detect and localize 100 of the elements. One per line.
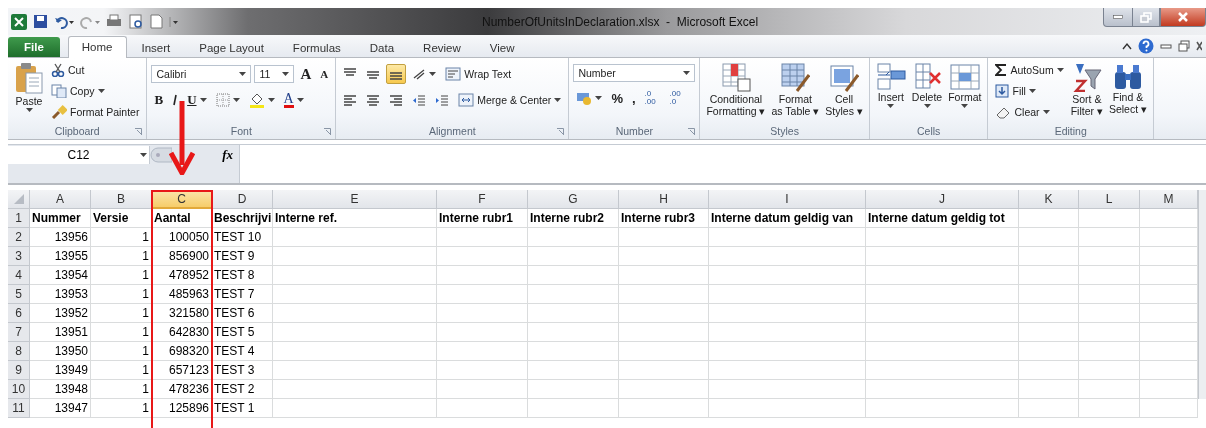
binoculars-button[interactable]: Find & Select ▾ [1106,60,1150,117]
column-header[interactable]: B [91,190,152,209]
table-brush-button[interactable]: Format as Table ▾ [769,60,822,119]
column-header[interactable]: D [212,190,273,209]
cell-style-button[interactable]: Cell Styles ▾ [823,60,865,119]
scissors-button[interactable]: Cut [48,60,143,80]
table-cell: TEST 3 [212,361,273,380]
column-header[interactable]: E [273,190,437,209]
redo-icon [80,14,100,29]
decrease-indent-icon [412,94,427,106]
save-icon [33,14,48,29]
table-cell: 321580 [152,304,212,323]
row-header[interactable]: 8 [8,342,30,361]
percent-button[interactable]: % [608,88,626,108]
table-cell: 1 [91,323,152,342]
table-cell: 1 [91,361,152,380]
table-cell [1079,323,1140,342]
row-header[interactable]: 1 [8,209,30,228]
ribbon-tab[interactable]: Page Layout [185,38,278,57]
sigma-button[interactable]: AutoSum [992,60,1067,80]
font-shrink-button[interactable]: A [317,64,332,84]
column-header[interactable]: M [1140,190,1198,209]
column-header[interactable]: F [437,190,528,209]
table-cell: 13954 [30,266,91,285]
eraser-icon [995,105,1012,119]
wrap-text-button[interactable]: Wrap Text [442,64,515,84]
merge-cells-button[interactable]: Merge & Center [455,90,565,110]
format-cells-button[interactable]: Format [946,60,984,110]
customize-toolbar-icon [169,15,179,28]
font-color-button[interactable]: A [280,90,307,110]
number-format-combo[interactable]: Number [573,64,696,82]
font-grow-button[interactable]: A [297,64,315,84]
ribbon-tab[interactable]: Home [67,36,127,58]
column-header[interactable]: L [1079,190,1140,209]
paste-button[interactable]: Paste [12,60,46,114]
table-cell [1079,247,1140,266]
table-cell [1140,266,1198,285]
ribbon-tab[interactable]: Review [409,38,475,57]
font-name-combo[interactable]: Calibri [151,65,252,83]
formula-input[interactable] [239,145,1206,183]
fill-down-icon [995,84,1010,98]
ribbon-tab[interactable]: Data [355,38,409,57]
table-cell [1019,399,1079,418]
table-cell: Aantal [152,209,212,228]
minimize-button[interactable] [1103,8,1133,27]
name-box[interactable]: C12 [8,146,150,164]
row-header[interactable]: 7 [8,323,30,342]
ribbon-tab[interactable]: View [475,38,529,57]
column-header[interactable]: I [709,190,866,209]
decimal-button[interactable]: .0 .00 [641,88,664,108]
fill-down-button[interactable]: Fill [992,81,1067,101]
align-bottom-button[interactable] [386,64,407,84]
table-cell: Versie [91,209,152,228]
align-right-icon [389,94,404,106]
underline-button[interactable]: U [184,90,210,110]
brush-button[interactable]: Format Painter [48,102,143,122]
row-header[interactable]: 6 [8,304,30,323]
table-cell [1079,361,1140,380]
column-header[interactable]: G [528,190,619,209]
group-label: Editing [1054,125,1087,137]
table-cell: Interne datum geldig van [709,209,866,228]
decimal-button[interactable]: .00 .0 [666,88,689,108]
table-cell [1019,247,1079,266]
table-cell [1140,209,1198,228]
row-header[interactable]: 10 [8,380,30,399]
table-cell [1140,380,1198,399]
table-cell: TEST 1 [212,399,273,418]
row-header[interactable]: 2 [8,228,30,247]
bold-button[interactable]: B [151,90,167,110]
comma-button[interactable]: , [628,88,639,108]
sort-filter-button[interactable]: Sort & Filter ▾ [1068,60,1105,119]
vertical-scrollbar[interactable] [1198,190,1206,399]
copy-button[interactable]: Copy [48,81,143,101]
column-header[interactable]: A [30,190,91,209]
column-header[interactable]: K [1019,190,1079,209]
table-cell: 13947 [30,399,91,418]
file-menu-tab[interactable]: File [8,37,60,57]
table-cell: 1 [91,266,152,285]
ribbon-tab[interactable]: Formulas [278,38,355,57]
row-header[interactable]: 11 [8,399,30,418]
group-label: Clipboard [54,125,100,137]
row-header[interactable]: 4 [8,266,30,285]
table-brush-icon [780,62,811,92]
row-header[interactable]: 3 [8,247,30,266]
delete-cells-button[interactable]: Delete [909,60,945,110]
restore-button[interactable] [1133,8,1160,27]
insert-cells-button[interactable]: Insert [873,60,908,110]
minimize-icon [1160,41,1172,51]
conditional-format-button[interactable]: Conditional Formatting ▾ [704,60,768,119]
insert-function-button[interactable]: fx [222,147,233,163]
ribbon-tab[interactable]: Insert [127,38,185,57]
column-header[interactable]: H [619,190,709,209]
row-header[interactable]: 5 [8,285,30,304]
eraser-button[interactable]: Clear [992,102,1067,122]
font-size-combo[interactable]: 11 [254,65,295,83]
column-header[interactable]: J [866,190,1019,209]
group-label: Cells [917,125,941,137]
table-cell: 13949 [30,361,91,380]
row-header[interactable]: 9 [8,361,30,380]
close-button[interactable] [1160,8,1206,27]
